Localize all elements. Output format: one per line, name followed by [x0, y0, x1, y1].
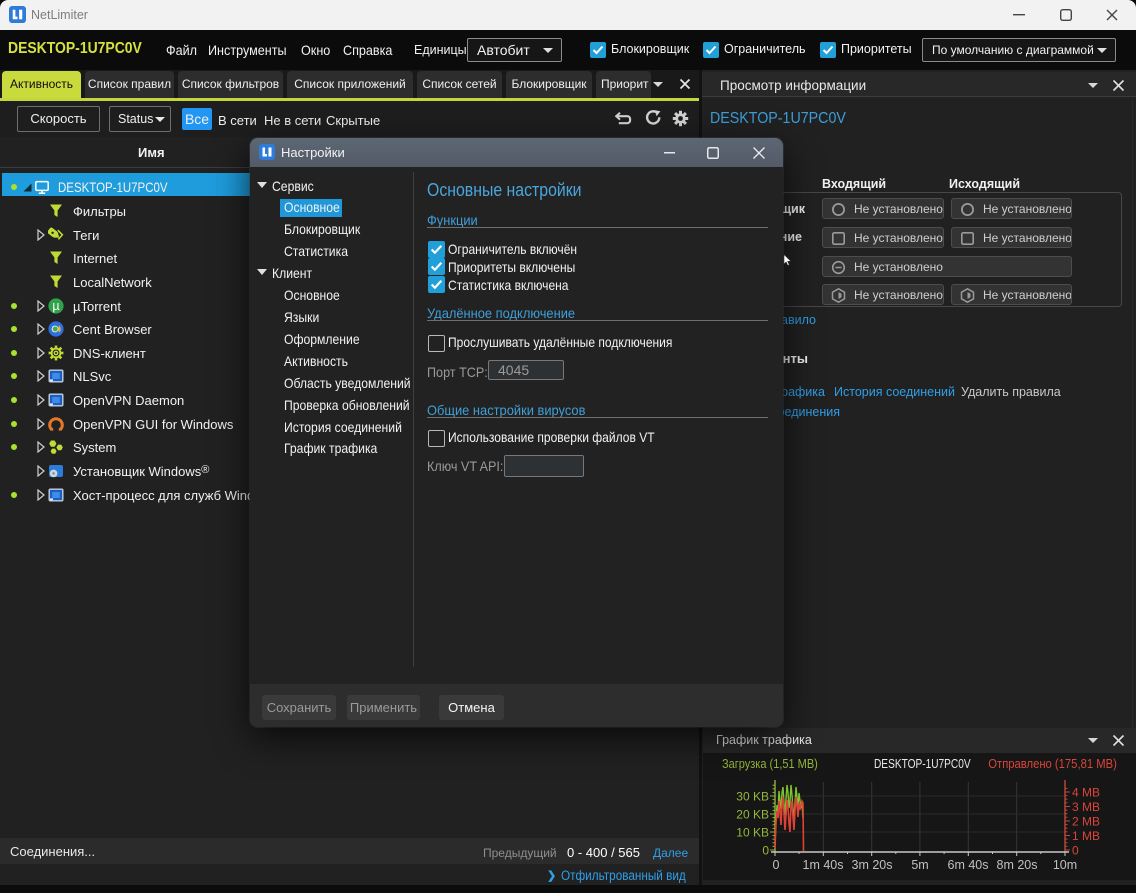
svg-text:1 MB: 1 MB — [1072, 829, 1100, 843]
svg-text:0: 0 — [1072, 844, 1079, 858]
svg-text:0: 0 — [773, 858, 780, 872]
svg-text:10m: 10m — [1053, 858, 1077, 872]
svg-text:5m: 5m — [911, 858, 928, 872]
svg-text:10 KB: 10 KB — [736, 826, 769, 840]
svg-text:0: 0 — [762, 844, 769, 858]
svg-text:µ: µ — [52, 299, 59, 313]
svg-text:30 KB: 30 KB — [736, 790, 769, 804]
svg-text:1m 40s: 1m 40s — [803, 858, 844, 872]
svg-text:4 MB: 4 MB — [1072, 786, 1100, 800]
svg-text:2 MB: 2 MB — [1072, 815, 1100, 829]
svg-text:3m 20s: 3m 20s — [852, 858, 893, 872]
svg-text:6m 40s: 6m 40s — [948, 858, 989, 872]
svg-text:20 KB: 20 KB — [736, 808, 769, 822]
svg-text:3 MB: 3 MB — [1072, 800, 1100, 814]
svg-text:8m 20s: 8m 20s — [997, 858, 1038, 872]
